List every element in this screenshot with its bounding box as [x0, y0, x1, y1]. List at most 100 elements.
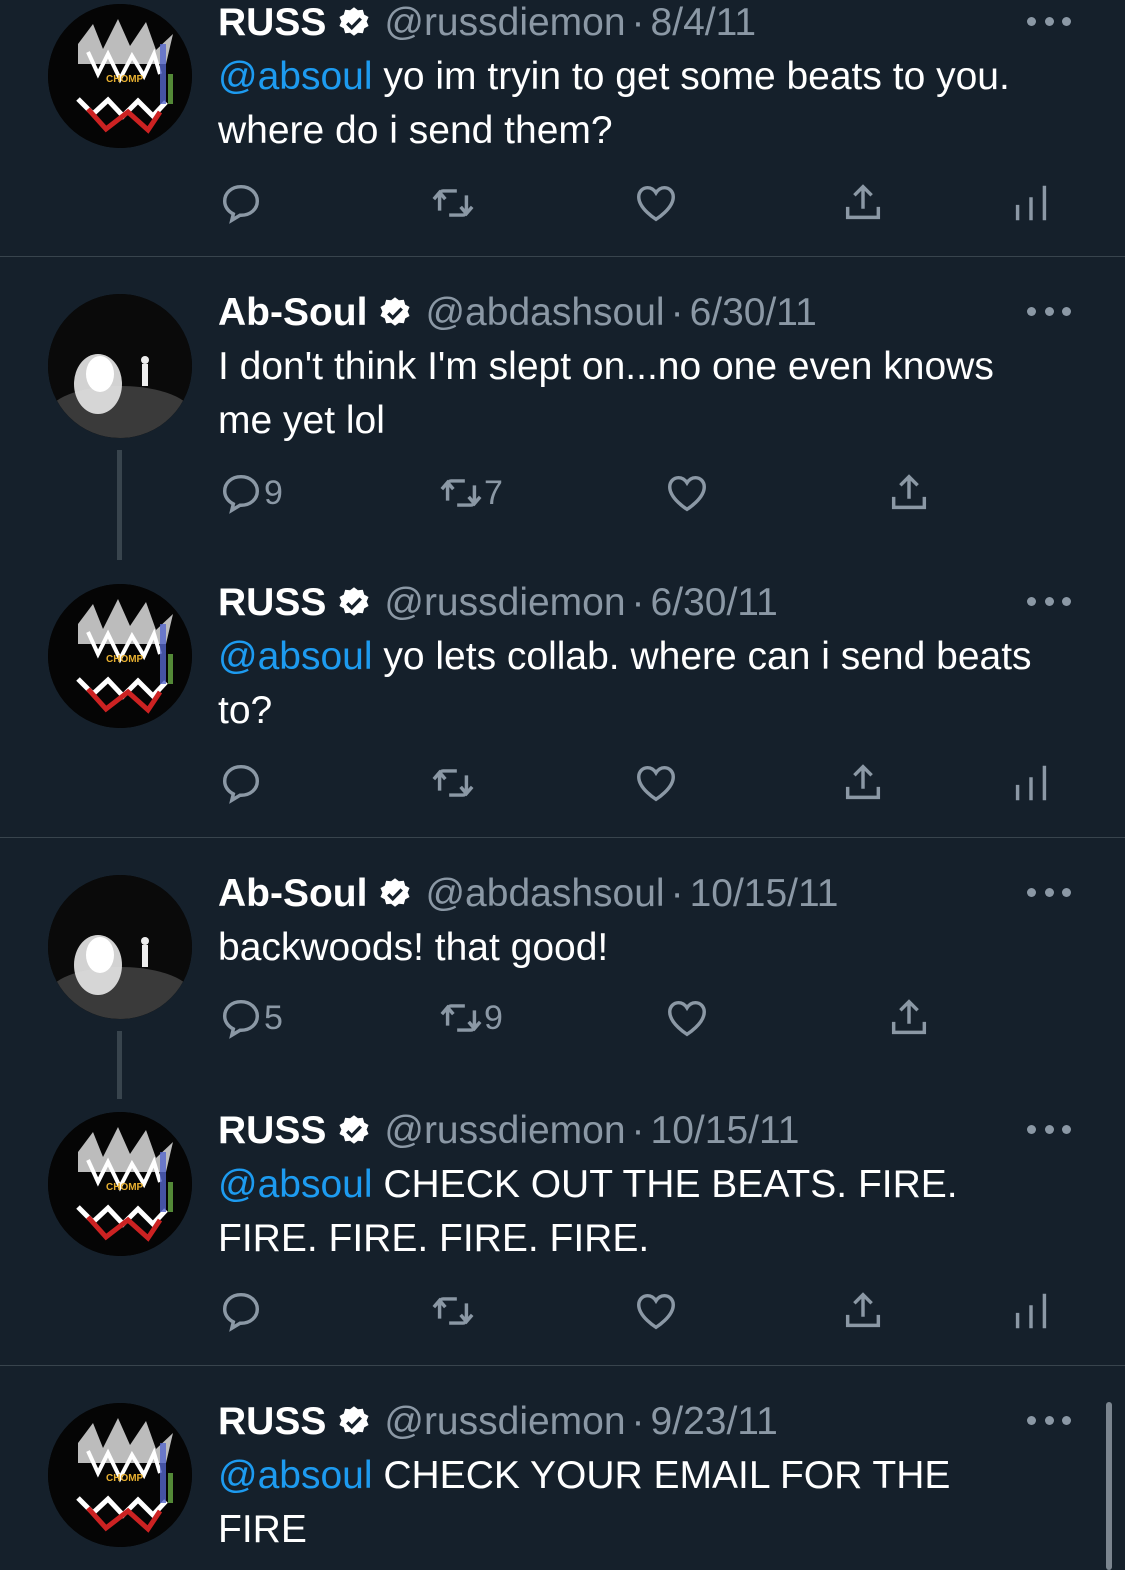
retweet-icon	[440, 1004, 482, 1032]
share-icon	[891, 474, 927, 510]
retweet-count: 7	[484, 473, 503, 512]
tweet-actions: 9 7	[0, 470, 1125, 520]
handle[interactable]: @abdashsoul	[425, 872, 664, 916]
tweet-header: RUSS @russdiemon · 8/4/11	[218, 0, 756, 46]
tweet-header: RUSS @russdiemon · 6/30/11	[218, 580, 778, 626]
handle[interactable]: @abdashsoul	[425, 291, 664, 335]
tweet-actions	[0, 1288, 1125, 1338]
more-icon[interactable]	[1027, 1413, 1071, 1427]
mention-link[interactable]: @absoul	[218, 1163, 373, 1206]
reply-button[interactable]: 9	[218, 470, 283, 516]
more-icon[interactable]	[1027, 594, 1071, 608]
timestamp[interactable]: 9/23/11	[651, 1400, 778, 1444]
timestamp[interactable]: 6/30/11	[690, 291, 817, 335]
analytics-icon	[1015, 1293, 1047, 1329]
more-icon[interactable]	[1027, 1122, 1071, 1136]
retweet-icon	[432, 189, 474, 217]
tweet[interactable]: CHOMP RUSS @russdiemon · 8/4/11 @absoul …	[0, 0, 1125, 256]
like-button[interactable]	[664, 470, 710, 516]
share-icon	[845, 1292, 881, 1328]
verified-badge-icon	[339, 1406, 369, 1435]
reply-icon	[222, 764, 260, 804]
more-icon[interactable]	[1027, 14, 1071, 28]
avatar-russ[interactable]: CHOMP	[48, 584, 192, 728]
retweet-button[interactable]	[430, 1288, 476, 1334]
reply-button[interactable]	[218, 1288, 264, 1334]
mention-link[interactable]: @absoul	[218, 635, 373, 678]
separator: ·	[631, 1, 645, 44]
verified-badge-icon	[380, 878, 411, 907]
timestamp[interactable]: 10/15/11	[690, 872, 839, 916]
verified-badge-icon	[380, 297, 411, 326]
mention-link[interactable]: @absoul	[218, 1454, 373, 1497]
display-name[interactable]: RUSS	[218, 1400, 326, 1444]
reply-button[interactable]	[218, 180, 264, 226]
analytics-icon	[1015, 765, 1047, 801]
divider	[0, 837, 1125, 838]
tweet-actions: 5 9	[0, 995, 1125, 1045]
tweet[interactable]: Ab-Soul @abdashsoul · 10/15/11 backwoods…	[0, 871, 1125, 1111]
handle[interactable]: @russdiemon	[384, 1400, 625, 1444]
retweet-button[interactable]	[430, 180, 476, 226]
more-icon[interactable]	[1027, 304, 1071, 318]
separator: ·	[631, 581, 645, 624]
handle[interactable]: @russdiemon	[384, 581, 625, 625]
tweet-header: Ab-Soul @abdashsoul · 10/15/11	[218, 871, 838, 917]
tweet[interactable]: CHOMP RUSS @russdiemon · 9/23/11 @absoul…	[0, 1399, 1125, 1570]
tweet[interactable]: CHOMP RUSS @russdiemon · 10/15/11 @absou…	[0, 1108, 1125, 1364]
more-icon[interactable]	[1027, 885, 1071, 899]
scrollbar[interactable]	[1106, 1402, 1112, 1570]
reply-button[interactable]: 5	[218, 995, 283, 1041]
timestamp[interactable]: 6/30/11	[651, 581, 778, 625]
retweet-button[interactable]: 7	[438, 470, 503, 516]
retweet-button[interactable]: 9	[438, 995, 503, 1041]
tweet[interactable]: Ab-Soul @abdashsoul · 6/30/11 I don't th…	[0, 290, 1125, 580]
display-name[interactable]: RUSS	[218, 1109, 326, 1153]
analytics-button[interactable]	[1008, 1288, 1054, 1334]
retweet-button[interactable]	[430, 760, 476, 806]
share-button[interactable]	[886, 470, 932, 516]
tweet[interactable]: CHOMP RUSS @russdiemon · 6/30/11 @absoul…	[0, 580, 1125, 836]
like-button[interactable]	[664, 995, 710, 1041]
verified-badge-icon	[339, 7, 369, 36]
reply-button[interactable]	[218, 760, 264, 806]
tweet-body: I don't think I'm slept on...no one even…	[218, 345, 994, 442]
reply-icon	[222, 1292, 260, 1332]
avatar-text: CHOMP	[106, 654, 144, 665]
share-button[interactable]	[840, 760, 886, 806]
timestamp[interactable]: 8/4/11	[651, 1, 757, 45]
like-button[interactable]	[633, 180, 679, 226]
tweet-actions	[0, 180, 1125, 230]
verified-badge-icon	[339, 1115, 369, 1144]
like-button[interactable]	[633, 760, 679, 806]
handle[interactable]: @russdiemon	[384, 1109, 625, 1153]
reply-icon	[222, 999, 260, 1039]
tweet-text: @absoul CHECK OUT THE BEATS. FIRE. FIRE.…	[218, 1158, 1048, 1266]
avatar-russ[interactable]: CHOMP	[48, 1112, 192, 1256]
timestamp[interactable]: 10/15/11	[651, 1109, 800, 1153]
display-name[interactable]: Ab-Soul	[218, 291, 367, 335]
tweet-text: backwoods! that good!	[218, 921, 1048, 975]
display-name[interactable]: RUSS	[218, 1, 326, 45]
reply-icon	[222, 474, 260, 514]
display-name[interactable]: Ab-Soul	[218, 872, 367, 916]
heart-icon	[637, 185, 675, 222]
mention-link[interactable]: @absoul	[218, 55, 373, 98]
separator: ·	[631, 1109, 645, 1152]
avatar-russ[interactable]: CHOMP	[48, 1403, 192, 1547]
share-button[interactable]	[840, 180, 886, 226]
display-name[interactable]: RUSS	[218, 581, 326, 625]
share-button[interactable]	[886, 995, 932, 1041]
avatar-russ[interactable]: CHOMP	[48, 4, 192, 148]
handle[interactable]: @russdiemon	[384, 1, 625, 45]
avatar-absoul[interactable]	[48, 294, 192, 438]
heart-icon	[668, 1000, 706, 1037]
tweet-text: @absoul yo lets collab. where can i send…	[218, 630, 1048, 738]
separator: ·	[631, 1400, 645, 1443]
analytics-button[interactable]	[1008, 180, 1054, 226]
analytics-button[interactable]	[1008, 760, 1054, 806]
share-icon	[845, 184, 881, 220]
share-button[interactable]	[840, 1288, 886, 1334]
like-button[interactable]	[633, 1288, 679, 1334]
tweet-text: @absoul yo im tryin to get some beats to…	[218, 50, 1048, 158]
